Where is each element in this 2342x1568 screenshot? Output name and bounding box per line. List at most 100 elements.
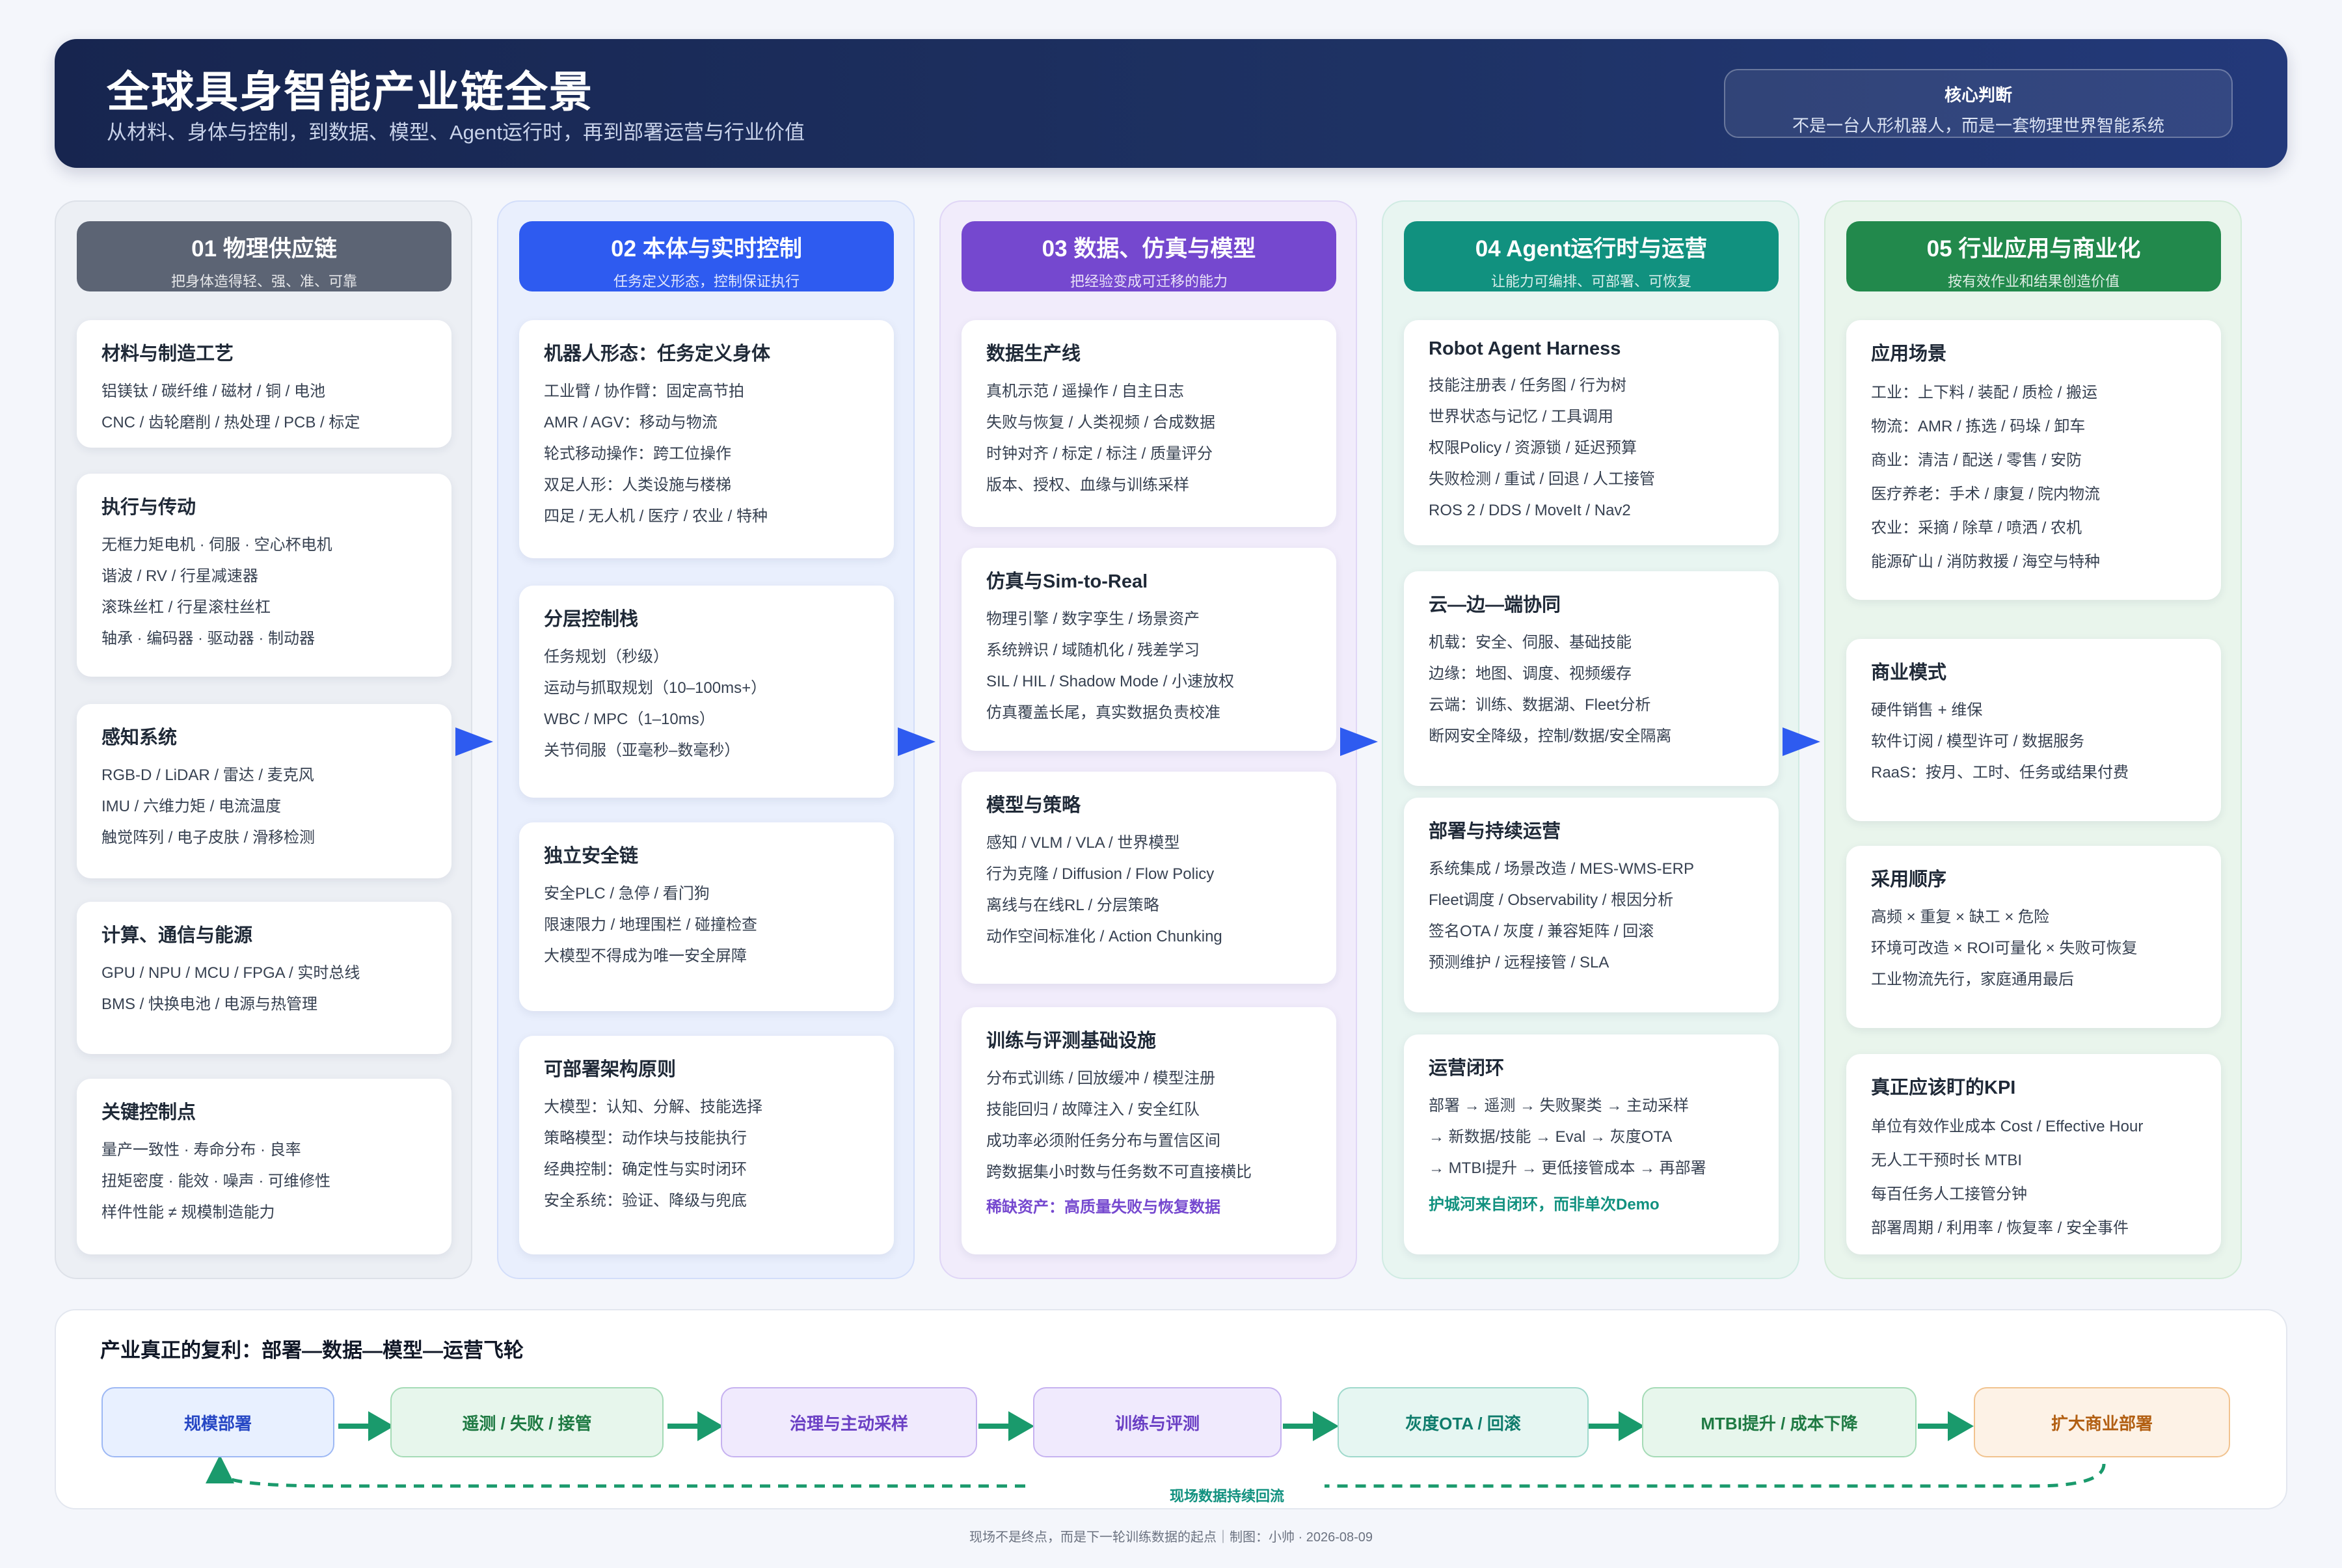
card-line: 跨数据集小时数与任务数不可直接横比 [986,1163,1252,1181]
card-line: 轴承 · 编码器 · 驱动器 · 制动器 [101,630,315,647]
column-title: 01 物理供应链 [191,236,337,262]
flywheel-node-telemetry: 遥测 / 失败 / 接管 [390,1387,664,1457]
card-line: 时钟对齐 / 标定 / 标注 / 质量评分 [986,445,1213,463]
column-subtitle: 让能力可编排、可部署、可恢复 [1490,273,1691,290]
card-line: ROS 2 / DDS / MoveIt / Nav2 [1429,502,1631,519]
card-title: 计算、通信与能源 [101,925,253,946]
card-title: 关键控制点 [101,1102,196,1123]
card-line: 扭矩密度 · 能效 · 噪声 · 可维修性 [101,1172,330,1190]
card-deploy-operations: 部署与持续运营 系统集成 / 场景改造 / MES-WMS-ERP Fleet调… [1404,798,1779,1012]
card-line: 分布式训练 / 回放缓冲 / 模型注册 [986,1070,1216,1087]
card-title: 部署与持续运营 [1429,821,1561,842]
card-line: 行为克隆 / Diffusion / Flow Policy [986,865,1215,883]
card-compute-energy: 计算、通信与能源 GPU / NPU / MCU / FPGA / 实时总线 B… [77,902,451,1054]
card-title: 商业模式 [1871,662,1947,683]
column-header: 01 物理供应链 把身体造得轻、强、准、可靠 [77,221,451,291]
card-title: 云—边—端协同 [1429,595,1561,615]
column-header: 03 数据、仿真与模型 把经验变成可迁移的能力 [962,221,1336,291]
card-line: 限速限力 / 地理围栏 / 碰撞检查 [544,916,758,934]
card-line: → 新数据/技能 → Eval → 灰度OTA [1429,1128,1673,1146]
card-line: 工业：上下料 / 装配 / 质检 / 搬运 [1871,384,2098,401]
card-business-model: 商业模式 硬件销售 + 维保 软件订阅 / 模型许可 / 数据服务 RaaS：按… [1846,639,2221,821]
card-line: 安全系统：验证、降级与兜底 [544,1192,747,1210]
card-line: 物理引擎 / 数字孪生 / 场景资产 [986,610,1200,628]
flow-arrow-icon [1918,1411,1974,1441]
card-title: 机器人形态：任务定义身体 [544,344,771,364]
card-title: 材料与制造工艺 [101,344,234,364]
core-judgement-box: 核心判断 不是一台人形机器人，而是一套物理世界智能系统 [1724,69,2233,138]
card-application-scenarios: 应用场景 工业：上下料 / 装配 / 质检 / 搬运 物流：AMR / 拣选 /… [1846,320,2221,600]
card-line: RGB-D / LiDAR / 雷达 / 麦克风 [101,766,314,784]
card-highlight: 护城河来自闭环，而非单次Demo [1429,1196,1660,1213]
card-line: 仿真覆盖长尾，真实数据负责校准 [986,704,1220,722]
card-line: 双足人形：人类设施与楼梯 [544,476,731,494]
card-line: 边缘：地图、调度、视频缓存 [1429,665,1632,683]
card-title: 执行与传动 [101,497,196,518]
card-title: 运营闭环 [1429,1058,1505,1079]
card-sim-to-real: 仿真与Sim-to-Real 物理引擎 / 数字孪生 / 场景资产 系统辨识 /… [962,548,1336,751]
card-line: 策略模型：动作块与技能执行 [544,1129,747,1147]
card-line: 大模型：认知、分解、技能选择 [544,1098,762,1116]
card-line: 技能注册表 / 任务图 / 行为树 [1429,377,1627,394]
card-key-control-points: 关键控制点 量产一致性 · 寿命分布 · 良率 扭矩密度 · 能效 · 噪声 ·… [77,1079,451,1254]
card-line: 断网安全降级，控制/数据/安全隔离 [1429,727,1672,745]
card-cloud-edge-device: 云—边—端协同 机载：安全、伺服、基础技能 边缘：地图、调度、视频缓存 云端：训… [1404,571,1779,786]
card-line: 大模型不得成为唯一安全屏障 [544,947,747,965]
card-kpi: 真正应该盯的KPI 单位有效作业成本 Cost / Effective Hour… [1846,1054,2221,1254]
card-line: RaaS：按月、工时、任务或结果付费 [1871,764,2129,781]
footer-note: 现场不是终点，而是下一轮训练数据的起点｜制图：小帅 · 2026-08-09 [969,1530,1373,1545]
card-materials: 材料与制造工艺 铝镁钛 / 碳纤维 / 磁材 / 铜 / 电池 CNC / 齿轮… [77,320,451,448]
card-title: Robot Agent Harness [1429,338,1621,359]
card-line: 权限Policy / 资源锁 / 延迟预算 [1429,439,1637,457]
header-banner: 全球具身智能产业链全景 从材料、身体与控制，到数据、模型、Agent运行时，再到… [55,39,2287,168]
card-line: GPU / NPU / MCU / FPGA / 实时总线 [101,964,360,982]
card-line: 部署周期 / 利用率 / 恢复率 / 安全事件 [1871,1219,2129,1237]
card-line: 版本、授权、血缘与训练采样 [986,476,1189,494]
flywheel-node-training-eval: 训练与评测 [1033,1387,1282,1457]
card-line: 能源矿山 / 消防救援 / 海空与特种 [1871,553,2101,571]
card-line: 感知 / VLM / VLA / 世界模型 [986,834,1180,852]
card-line: 云端：训练、数据湖、Fleet分析 [1429,696,1651,714]
card-line: SIL / HIL / Shadow Mode / 小速放权 [986,673,1235,690]
column-subtitle: 把身体造得轻、强、准、可靠 [170,273,357,290]
card-line: 物流：AMR / 拣选 / 码垛 / 卸车 [1871,418,2086,435]
column-title: 03 数据、仿真与模型 [1042,236,1256,262]
card-line: 技能回归 / 故障注入 / 安全红队 [986,1101,1200,1118]
card-line: 运动与抓取规划（10–100ms+） [544,679,767,697]
card-title: 训练与评测基础设施 [986,1031,1157,1051]
card-line: 工业臂 / 协作臂：固定高节拍 [544,383,745,400]
card-title: 真正应该盯的KPI [1871,1077,2016,1098]
card-actuation: 执行与传动 无框力矩电机 · 伺服 · 空心杯电机 谐波 / RV / 行星减速… [77,474,451,677]
card-line: 经典控制：确定性与实时闭环 [544,1161,747,1178]
flywheel-node-expand: 扩大商业部署 [1974,1387,2230,1457]
flywheel-panel: 产业真正的复利：部署—数据—模型—运营飞轮 规模部署 遥测 / 失败 / 接管 … [55,1309,2287,1509]
column-industry-commercialization: 05 行业应用与商业化 按有效作业和结果创造价值 应用场景 工业：上下料 / 装… [1824,200,2242,1279]
flow-arrow-icon [1283,1411,1339,1441]
column-title: 02 本体与实时控制 [611,236,802,262]
column-agent-runtime-ops: 04 Agent运行时与运营 让能力可编排、可部署、可恢复 Robot Agen… [1382,200,1799,1279]
card-line: 四足 / 无人机 / 医疗 / 农业 / 特种 [544,507,768,525]
card-line: Fleet调度 / Observability / 根因分析 [1429,891,1674,909]
card-line: 世界状态与记忆 / 工具调用 [1429,408,1614,426]
card-line: 失败与恢复 / 人类视频 / 合成数据 [986,414,1216,431]
column-subtitle: 把经验变成可迁移的能力 [1070,273,1228,290]
arrow-right-icon [898,727,935,756]
card-models-policy: 模型与策略 感知 / VLM / VLA / 世界模型 行为克隆 / Diffu… [962,772,1336,984]
card-title: 分层控制栈 [544,609,639,630]
card-safety-chain: 独立安全链 安全PLC / 急停 / 看门狗 限速限力 / 地理围栏 / 碰撞检… [519,822,894,1011]
flow-arrow-icon [667,1411,723,1441]
column-header: 05 行业应用与商业化 按有效作业和结果创造价值 [1846,221,2221,291]
column-title: 04 Agent运行时与运营 [1475,236,1708,262]
loop-label: 现场数据持续回流 [1169,1488,1284,1504]
card-line: 触觉阵列 / 电子皮肤 / 滑移检测 [101,829,316,846]
core-judgement-text: 不是一台人形机器人，而是一套物理世界智能系统 [1792,116,2164,135]
card-title: 仿真与Sim-to-Real [986,571,1148,592]
flow-arrow-icon [338,1411,394,1441]
card-line: 谐波 / RV / 行星减速器 [101,567,258,585]
card-line: 样件性能 ≠ 规模制造能力 [101,1204,275,1221]
card-line: 成功率必须附任务分布与置信区间 [986,1132,1220,1150]
loop-arrowhead-icon [206,1455,234,1483]
card-title: 感知系统 [101,727,178,748]
card-line: 滚珠丝杠 / 行星滚柱丝杠 [101,599,271,616]
card-line: 机载：安全、伺服、基础技能 [1429,634,1632,651]
